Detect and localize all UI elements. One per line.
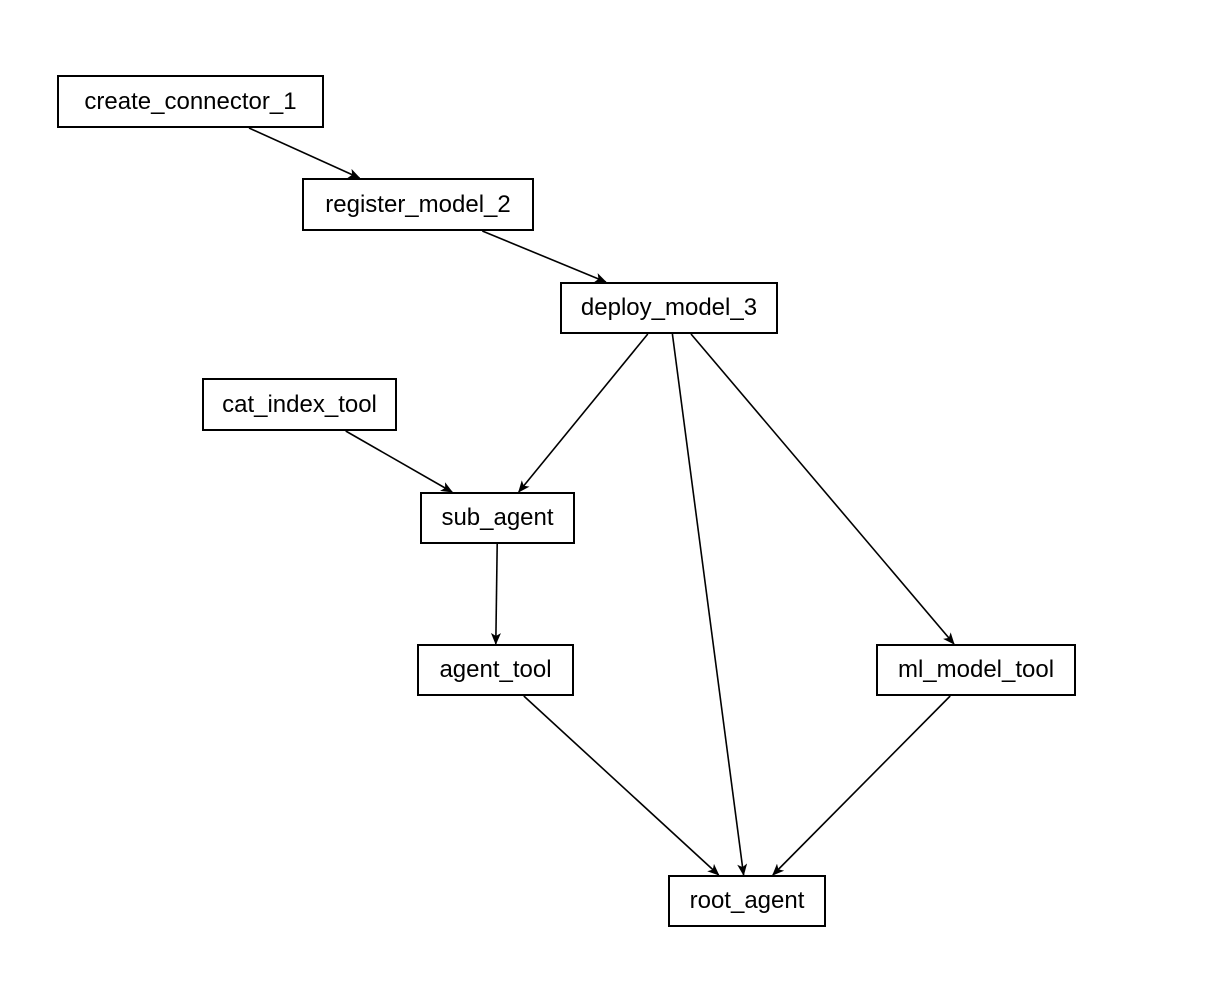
edges-layer bbox=[0, 0, 1231, 999]
edge-ml_model_tool-to-root_agent bbox=[773, 696, 950, 875]
node-create-connector-1: create_connector_1 bbox=[57, 75, 324, 128]
edge-deploy_model_3-to-sub_agent bbox=[519, 334, 648, 492]
node-ml-model-tool: ml_model_tool bbox=[876, 644, 1076, 696]
edge-agent_tool-to-root_agent bbox=[524, 696, 719, 875]
node-cat-index-tool: cat_index_tool bbox=[202, 378, 397, 431]
edge-deploy_model_3-to-ml_model_tool bbox=[691, 334, 954, 644]
edge-create_connector_1-to-register_model_2 bbox=[249, 128, 360, 178]
node-register-model-2: register_model_2 bbox=[302, 178, 534, 231]
node-deploy-model-3: deploy_model_3 bbox=[560, 282, 778, 334]
node-root-agent: root_agent bbox=[668, 875, 826, 927]
node-agent-tool: agent_tool bbox=[417, 644, 574, 696]
edge-cat_index_tool-to-sub_agent bbox=[346, 431, 452, 492]
dependency-diagram: create_connector_1 register_model_2 depl… bbox=[0, 0, 1231, 999]
edge-register_model_2-to-deploy_model_3 bbox=[482, 231, 606, 282]
node-sub-agent: sub_agent bbox=[420, 492, 575, 544]
edge-sub_agent-to-agent_tool bbox=[496, 544, 497, 644]
edge-deploy_model_3-to-root_agent bbox=[672, 334, 743, 875]
